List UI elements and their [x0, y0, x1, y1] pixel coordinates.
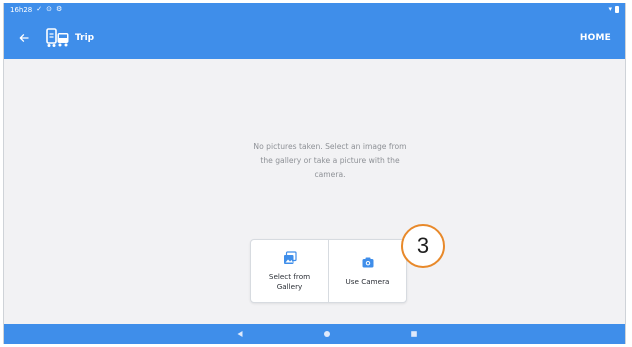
camera-icon [361, 256, 375, 270]
back-triangle-icon[interactable] [235, 329, 245, 339]
status-bar: 16h28 ✓ ⊙ ⚙ ▾ [4, 3, 625, 16]
select-from-gallery-button[interactable]: Select from Gallery [251, 240, 328, 302]
app-bar: Trip HOME [4, 16, 625, 59]
battery-icon [615, 6, 619, 13]
camera-button-label: Use Camera [345, 276, 390, 286]
step-number-badge: 3 [401, 224, 445, 268]
check-icon: ✓ [36, 5, 43, 13]
gallery-icon [283, 250, 297, 265]
wifi-icon: ▾ [608, 5, 612, 13]
main-content: No pictures taken. Select an image from … [4, 59, 625, 324]
trip-icon [45, 27, 71, 49]
status-time: 16h28 [10, 5, 33, 14]
use-camera-button[interactable]: Use Camera [328, 240, 406, 302]
page-title: Trip [75, 32, 95, 43]
recents-square-icon[interactable] [409, 329, 419, 339]
home-button[interactable]: HOME [580, 33, 611, 43]
status-right: ▾ [608, 6, 619, 13]
cast-icon: ⊙ [46, 5, 53, 13]
home-circle-icon[interactable] [322, 329, 332, 339]
back-arrow-icon[interactable] [12, 26, 36, 50]
tablet-screen: 16h28 ✓ ⊙ ⚙ ▾ Trip HOME No pictures take… [3, 3, 626, 344]
status-left: 16h28 ✓ ⊙ ⚙ [10, 6, 62, 14]
empty-state-message: No pictures taken. Select an image from … [253, 142, 407, 179]
gallery-button-label: Select from Gallery [268, 271, 311, 291]
settings-icon: ⚙ [56, 5, 63, 13]
navigation-bar [4, 324, 625, 344]
photo-actions: Select from Gallery Use Camera [250, 239, 407, 303]
